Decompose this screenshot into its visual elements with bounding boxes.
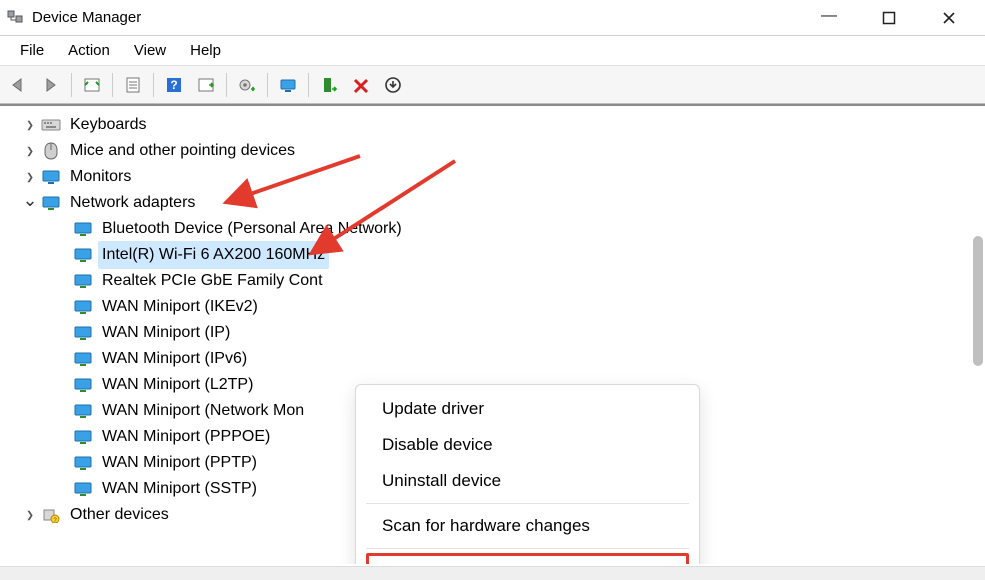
- maximize-button[interactable]: [859, 0, 919, 36]
- toolbar-separator: [112, 73, 113, 97]
- adapter-item[interactable]: Bluetooth Device (Personal Area Network): [52, 216, 985, 242]
- toolbar-separator: [153, 73, 154, 97]
- remove-device-icon[interactable]: [346, 70, 376, 100]
- network-adapter-icon: [72, 324, 94, 342]
- vertical-scrollbar-thumb[interactable]: [973, 236, 983, 366]
- network-adapter-icon: [72, 272, 94, 290]
- adapter-label: WAN Miniport (PPTP): [98, 449, 261, 477]
- adapter-label: WAN Miniport (IP): [98, 319, 234, 347]
- network-adapter-icon: [72, 376, 94, 394]
- enable-device-icon[interactable]: [314, 70, 344, 100]
- adapter-item[interactable]: WAN Miniport (IPv6): [52, 346, 985, 372]
- ctx-update-driver[interactable]: Update driver: [356, 391, 699, 427]
- mouse-icon: [40, 142, 62, 160]
- adapter-label: WAN Miniport (IKEv2): [98, 293, 262, 321]
- adapter-item[interactable]: Intel(R) Wi-Fi 6 AX200 160MHz: [52, 242, 985, 268]
- network-adapter-icon: [72, 480, 94, 498]
- forward-arrow-icon[interactable]: [36, 70, 66, 100]
- category-keyboards[interactable]: Keyboards: [20, 112, 985, 138]
- keyboard-icon: [40, 116, 62, 134]
- adapter-label: WAN Miniport (SSTP): [98, 475, 261, 503]
- adapter-item[interactable]: WAN Miniport (IP): [52, 320, 985, 346]
- close-button[interactable]: [919, 0, 979, 36]
- adapter-item[interactable]: Realtek PCIe GbE Family Cont: [52, 268, 985, 294]
- other-icon: ?: [40, 506, 62, 524]
- adapter-label: WAN Miniport (IPv6): [98, 345, 251, 373]
- titlebar: Device Manager: [0, 0, 985, 36]
- adapter-label: Intel(R) Wi-Fi 6 AX200 160MHz: [98, 241, 329, 269]
- category-label: Other devices: [66, 501, 173, 529]
- device-tree-panel: Keyboards Mice and other pointing device…: [0, 104, 985, 564]
- category-label: Mice and other pointing devices: [66, 137, 299, 165]
- scan-hardware-icon[interactable]: [273, 70, 303, 100]
- toolbar-separator: [267, 73, 268, 97]
- monitor-icon: [40, 168, 62, 186]
- svg-text:?: ?: [170, 78, 177, 92]
- context-menu: Update driver Disable device Uninstall d…: [355, 384, 700, 564]
- adapter-label: WAN Miniport (PPPOE): [98, 423, 274, 451]
- category-network-adapters[interactable]: Network adapters: [20, 190, 985, 216]
- ctx-scan-hardware[interactable]: Scan for hardware changes: [356, 508, 699, 544]
- category-label: Keyboards: [66, 111, 151, 139]
- toolbar: ?: [0, 66, 985, 104]
- menu-help[interactable]: Help: [178, 38, 233, 63]
- ctx-separator: [366, 548, 689, 549]
- network-icon: [40, 194, 62, 212]
- expand-icon[interactable]: [20, 138, 40, 164]
- category-mice[interactable]: Mice and other pointing devices: [20, 138, 985, 164]
- expand-icon[interactable]: [20, 112, 40, 138]
- ctx-properties[interactable]: Properties: [366, 553, 689, 564]
- properties-sheet-icon[interactable]: [118, 70, 148, 100]
- update-driver-icon[interactable]: [232, 70, 262, 100]
- action-list-icon[interactable]: [191, 70, 221, 100]
- network-adapter-icon: [72, 298, 94, 316]
- adapter-label: Bluetooth Device (Personal Area Network): [98, 215, 406, 243]
- category-label: Network adapters: [66, 189, 199, 217]
- network-adapter-icon: [72, 454, 94, 472]
- toolbar-separator: [308, 73, 309, 97]
- ctx-separator: [366, 503, 689, 504]
- menu-file[interactable]: File: [8, 38, 56, 63]
- toolbar-separator: [226, 73, 227, 97]
- category-monitors[interactable]: Monitors: [20, 164, 985, 190]
- expand-icon[interactable]: [20, 502, 40, 528]
- adapter-label: WAN Miniport (Network Mon: [98, 397, 308, 425]
- network-adapter-icon: [72, 402, 94, 420]
- network-adapter-icon: [72, 220, 94, 238]
- network-adapter-icon: [72, 428, 94, 446]
- help-icon[interactable]: ?: [159, 70, 189, 100]
- menu-action[interactable]: Action: [56, 38, 122, 63]
- window-title: Device Manager: [32, 9, 799, 26]
- minimize-button[interactable]: [799, 0, 859, 36]
- menu-view[interactable]: View: [122, 38, 178, 63]
- menubar: File Action View Help: [0, 36, 985, 66]
- status-bar: [0, 566, 985, 580]
- show-hidden-icon[interactable]: [77, 70, 107, 100]
- ctx-disable-device[interactable]: Disable device: [356, 427, 699, 463]
- category-label: Monitors: [66, 163, 135, 191]
- app-icon: [6, 9, 24, 27]
- adapter-label: Realtek PCIe GbE Family Cont: [98, 267, 327, 295]
- toolbar-separator: [71, 73, 72, 97]
- ctx-uninstall-device[interactable]: Uninstall device: [356, 463, 699, 499]
- network-adapter-icon: [72, 246, 94, 264]
- back-arrow-icon[interactable]: [4, 70, 34, 100]
- uninstall-icon[interactable]: [378, 70, 408, 100]
- adapter-label: WAN Miniport (L2TP): [98, 371, 257, 399]
- network-adapter-icon: [72, 350, 94, 368]
- adapter-item[interactable]: WAN Miniport (IKEv2): [52, 294, 985, 320]
- window-buttons: [799, 0, 979, 36]
- collapse-icon[interactable]: [20, 190, 40, 216]
